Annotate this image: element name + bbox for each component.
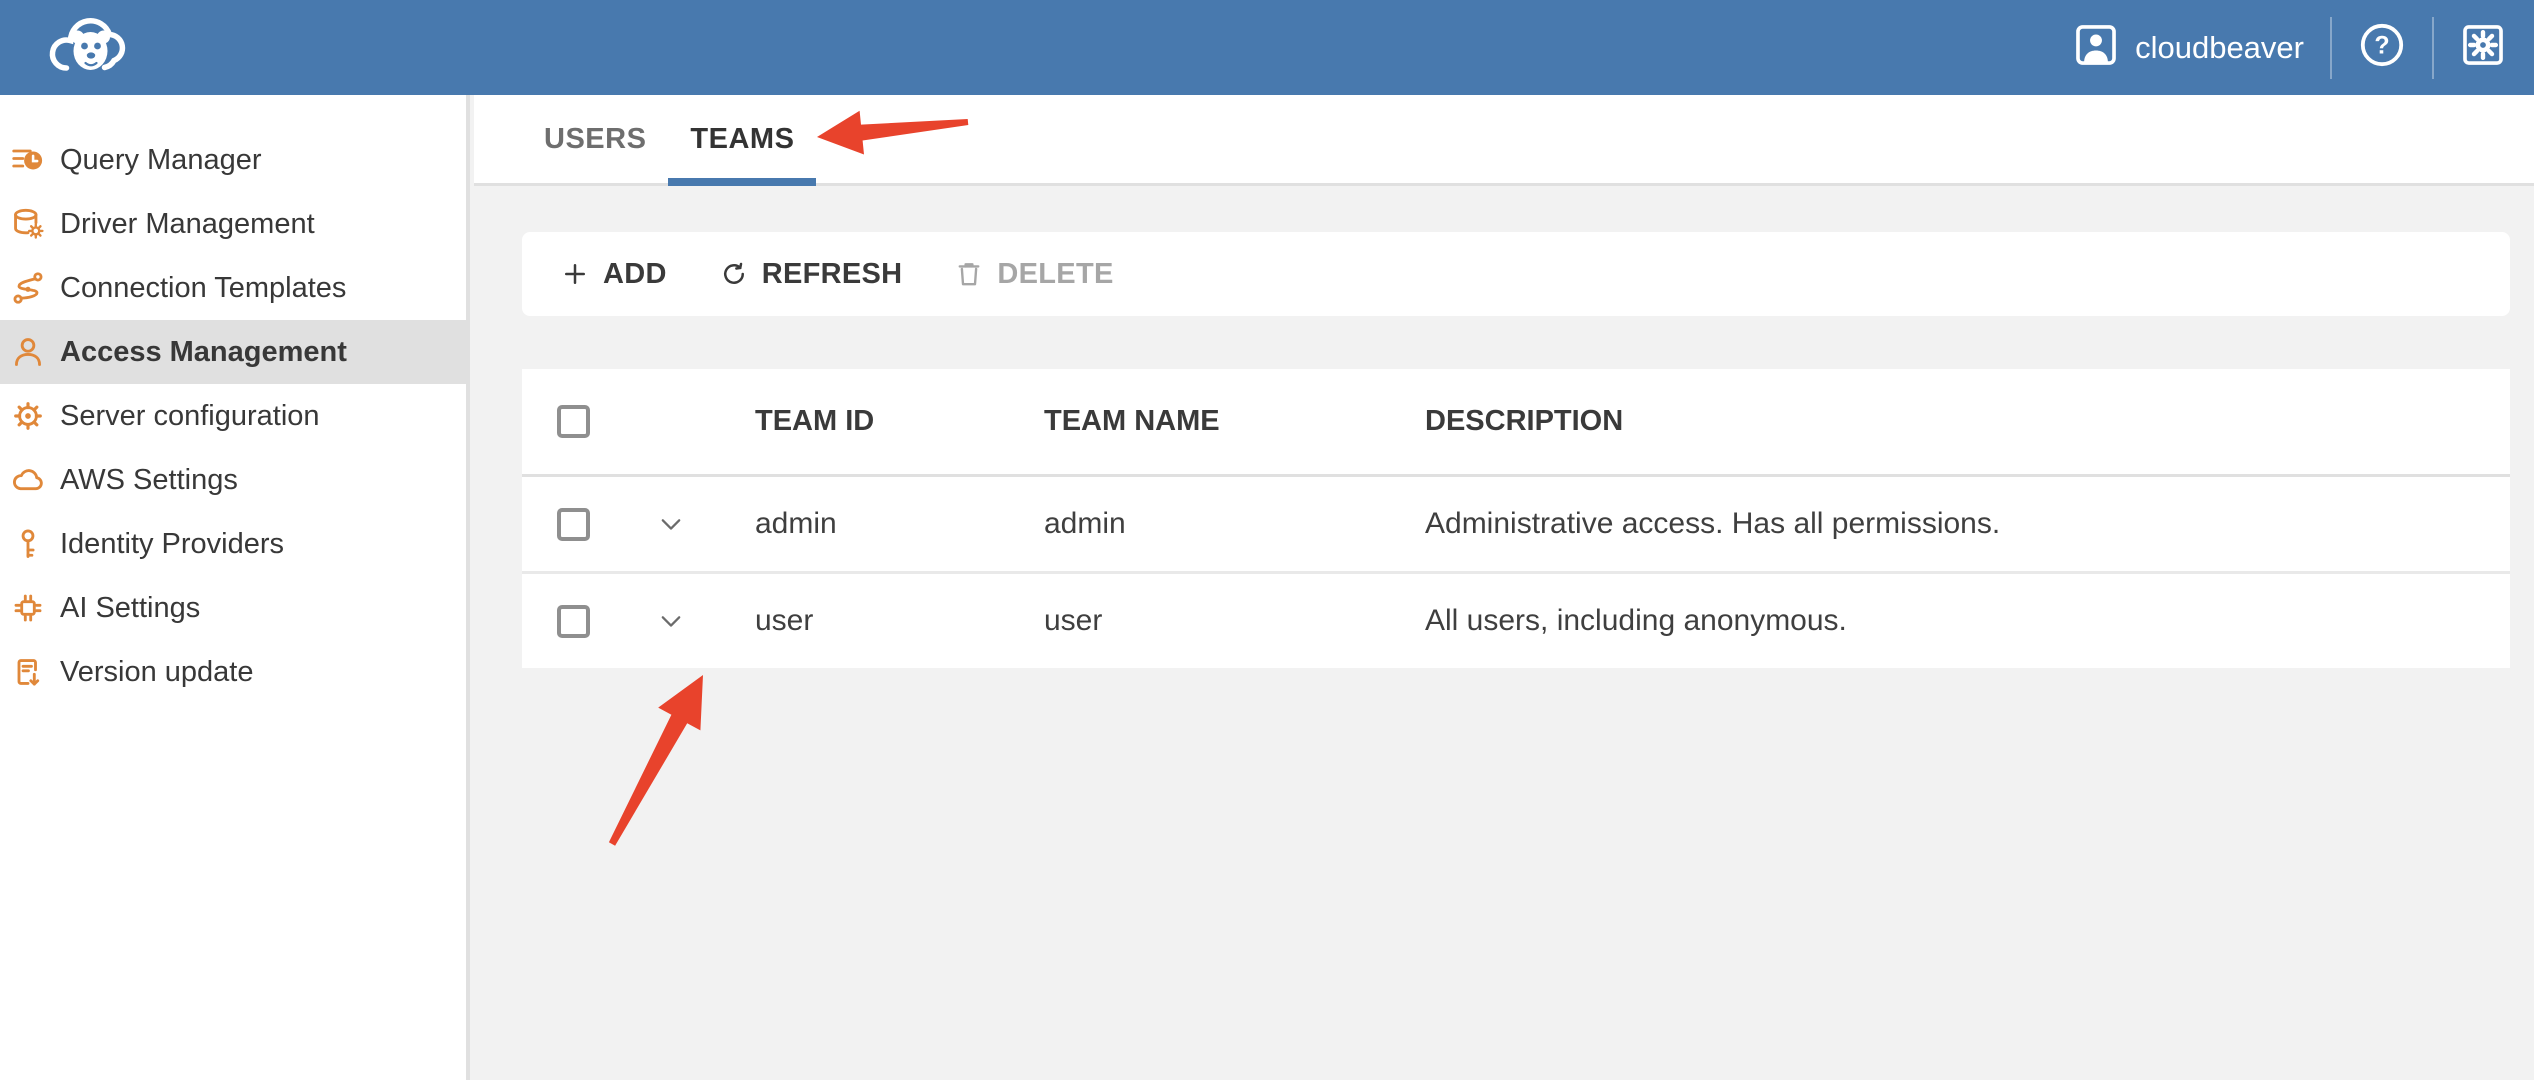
tab-teams-label: TEAMS — [690, 123, 794, 156]
app-header: cloudbeaver ? — [0, 0, 2534, 95]
sidebar-item-query-manager[interactable]: Query Manager — [0, 128, 466, 192]
chevron-down-icon[interactable] — [654, 507, 688, 541]
cell-description: All users, including anonymous. — [1425, 604, 2510, 638]
sidebar-item-label: Access Management — [60, 336, 347, 369]
sidebar-item-label: Version update — [60, 656, 253, 689]
column-header-team-name: TEAM NAME — [1044, 405, 1425, 438]
table-row-admin: admin admin Administrative access. Has a… — [522, 477, 2510, 571]
key-icon — [10, 526, 46, 562]
svg-text:?: ? — [2374, 31, 2389, 59]
row-checkbox[interactable] — [557, 605, 590, 638]
sidebar-item-server-configuration[interactable]: Server configuration — [0, 384, 466, 448]
query-history-icon — [10, 142, 46, 178]
version-update-icon — [10, 654, 46, 690]
cloudbeaver-admin-app: cloudbeaver ? — [0, 0, 2534, 1080]
sidebar-item-version-update[interactable]: Version update — [0, 640, 466, 704]
sidebar-item-ai-settings[interactable]: AI Settings — [0, 576, 466, 640]
username-label: cloudbeaver — [2135, 30, 2304, 66]
tab-users[interactable]: USERS — [522, 95, 668, 183]
cloudbeaver-logo-icon — [37, 10, 138, 85]
sidebar-item-identity-providers[interactable]: Identity Providers — [0, 512, 466, 576]
user-menu[interactable]: cloudbeaver — [2073, 22, 2304, 73]
chip-icon — [10, 590, 46, 626]
header-divider — [2432, 17, 2434, 79]
sidebar-item-label: Server configuration — [60, 400, 320, 433]
admin-sidebar: Query Manager Driver Management — [0, 95, 470, 1080]
database-driver-icon — [10, 206, 46, 242]
teams-toolbar: ADD REFRESH — [522, 232, 2510, 316]
teams-table: TEAM ID TEAM NAME DESCRIPTION admin admi… — [522, 369, 2510, 668]
cloud-icon — [10, 462, 46, 498]
avatar-icon — [2073, 22, 2119, 73]
add-button-label: ADD — [603, 258, 667, 291]
table-row-user: user user All users, including anonymous… — [522, 571, 2510, 668]
sidebar-item-label: Connection Templates — [60, 272, 346, 305]
delete-button[interactable]: DELETE — [928, 232, 1139, 316]
help-button[interactable]: ? — [2358, 21, 2406, 74]
row-checkbox[interactable] — [557, 508, 590, 541]
refresh-icon — [719, 259, 749, 289]
sidebar-item-access-management[interactable]: Access Management — [0, 320, 466, 384]
cell-team-name: user — [1044, 604, 1425, 638]
header-actions: cloudbeaver ? — [2073, 0, 2506, 95]
select-all-checkbox[interactable] — [557, 405, 590, 438]
cell-team-id: user — [755, 604, 1044, 638]
help-icon: ? — [2358, 21, 2406, 74]
plus-icon — [560, 259, 590, 289]
column-header-team-id: TEAM ID — [755, 405, 1044, 438]
tab-teams[interactable]: TEAMS — [668, 95, 816, 183]
sidebar-item-connection-templates[interactable]: Connection Templates — [0, 256, 466, 320]
sidebar-item-label: AWS Settings — [60, 464, 238, 497]
refresh-button-label: REFRESH — [762, 258, 903, 291]
header-divider — [2330, 17, 2332, 79]
refresh-button[interactable]: REFRESH — [693, 232, 929, 316]
cell-team-name: admin — [1044, 507, 1425, 541]
cell-description: Administrative access. Has all permissio… — [1425, 507, 2510, 541]
access-management-page: USERS TEAMS ADD — [474, 95, 2534, 1080]
settings-button[interactable] — [2460, 22, 2506, 73]
access-management-tabs: USERS TEAMS — [474, 95, 2534, 186]
sidebar-item-label: Identity Providers — [60, 528, 284, 561]
sidebar-item-aws-settings[interactable]: AWS Settings — [0, 448, 466, 512]
sidebar-item-label: Driver Management — [60, 208, 315, 241]
sidebar-item-label: Query Manager — [60, 144, 262, 177]
sidebar-item-driver-management[interactable]: Driver Management — [0, 192, 466, 256]
chevron-down-icon[interactable] — [654, 604, 688, 638]
delete-button-label: DELETE — [997, 258, 1113, 291]
connection-template-icon — [10, 270, 46, 306]
column-header-description: DESCRIPTION — [1425, 405, 2510, 438]
settings-gear-icon — [2460, 22, 2506, 73]
add-button[interactable]: ADD — [534, 232, 693, 316]
teams-table-header: TEAM ID TEAM NAME DESCRIPTION — [522, 369, 2510, 477]
cell-team-id: admin — [755, 507, 1044, 541]
gear-icon — [10, 398, 46, 434]
sidebar-item-label: AI Settings — [60, 592, 200, 625]
user-icon — [10, 334, 46, 370]
tab-users-label: USERS — [544, 123, 646, 156]
trash-icon — [954, 259, 984, 289]
